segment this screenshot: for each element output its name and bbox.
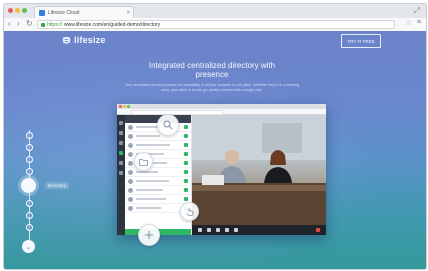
timeline-step[interactable] bbox=[26, 156, 33, 163]
reload-button[interactable]: ↻ bbox=[26, 19, 33, 28]
maximize-window-button[interactable] bbox=[22, 8, 27, 13]
folder-icon[interactable] bbox=[134, 152, 153, 171]
video-meeting-illustration bbox=[192, 115, 326, 225]
forward-button[interactable]: › bbox=[17, 19, 20, 28]
brand-name: lifesize bbox=[74, 35, 106, 45]
brand-logo[interactable]: lifesize bbox=[62, 35, 106, 45]
fullscreen-icon[interactable]: ⤢ bbox=[414, 6, 420, 16]
timeline-step[interactable] bbox=[26, 212, 33, 219]
lock-icon bbox=[41, 22, 45, 27]
url-path: www.lifesize.com/en/guided-demo/director… bbox=[64, 21, 161, 28]
pointer-hand-icon[interactable] bbox=[180, 202, 199, 221]
browser-window: Lifesize Cloud × ⤢ ‹ › ↻ https:// www.li… bbox=[3, 3, 427, 270]
close-window-button[interactable] bbox=[8, 8, 13, 13]
browser-tab[interactable]: Lifesize Cloud × bbox=[34, 6, 134, 18]
preview-video-call bbox=[192, 115, 326, 225]
timeline-step[interactable] bbox=[26, 144, 33, 151]
try-it-free-button[interactable]: TRY IT FREE bbox=[341, 34, 381, 48]
timeline-step[interactable] bbox=[26, 132, 33, 139]
search-icon[interactable] bbox=[157, 114, 179, 136]
favicon-icon bbox=[39, 9, 45, 16]
browser-menu-icon[interactable]: ≡ bbox=[417, 19, 421, 26]
timeline-step[interactable] bbox=[26, 168, 33, 175]
add-plus-icon[interactable] bbox=[138, 224, 160, 246]
feature-timeline: Directory ⌄ bbox=[18, 126, 70, 256]
lifesize-logo-icon bbox=[62, 36, 71, 44]
timeline-step[interactable] bbox=[26, 200, 33, 207]
bookmark-star-icon[interactable]: ☆ bbox=[406, 19, 412, 27]
url-field[interactable]: https:// www.lifesize.com/en/guided-demo… bbox=[37, 20, 395, 29]
minimize-window-button[interactable] bbox=[15, 8, 20, 13]
address-bar: ‹ › ↻ https:// www.lifesize.com/en/guide… bbox=[4, 18, 426, 32]
preview-call-controls bbox=[192, 225, 326, 235]
scroll-down-button[interactable]: ⌄ bbox=[22, 240, 35, 253]
timeline-active-label: Directory bbox=[45, 182, 70, 189]
tab-title: Lifesize Cloud bbox=[48, 9, 80, 16]
page-content: lifesize TRY IT FREE Integrated centrali… bbox=[4, 31, 426, 269]
tab-close-icon[interactable]: × bbox=[126, 10, 133, 16]
back-button[interactable]: ‹ bbox=[8, 19, 11, 28]
preview-body bbox=[117, 115, 326, 235]
tab-strip: Lifesize Cloud × ⤢ bbox=[4, 4, 426, 18]
timeline-step[interactable] bbox=[26, 224, 33, 231]
preview-nav-rail bbox=[117, 115, 125, 235]
timeline-step-active[interactable] bbox=[21, 178, 36, 193]
hero-subtext: Your centralized directory shows the ava… bbox=[124, 83, 300, 92]
url-scheme: https:// bbox=[47, 21, 63, 28]
hero-headline: Integrated centralized directory with pr… bbox=[148, 61, 276, 79]
